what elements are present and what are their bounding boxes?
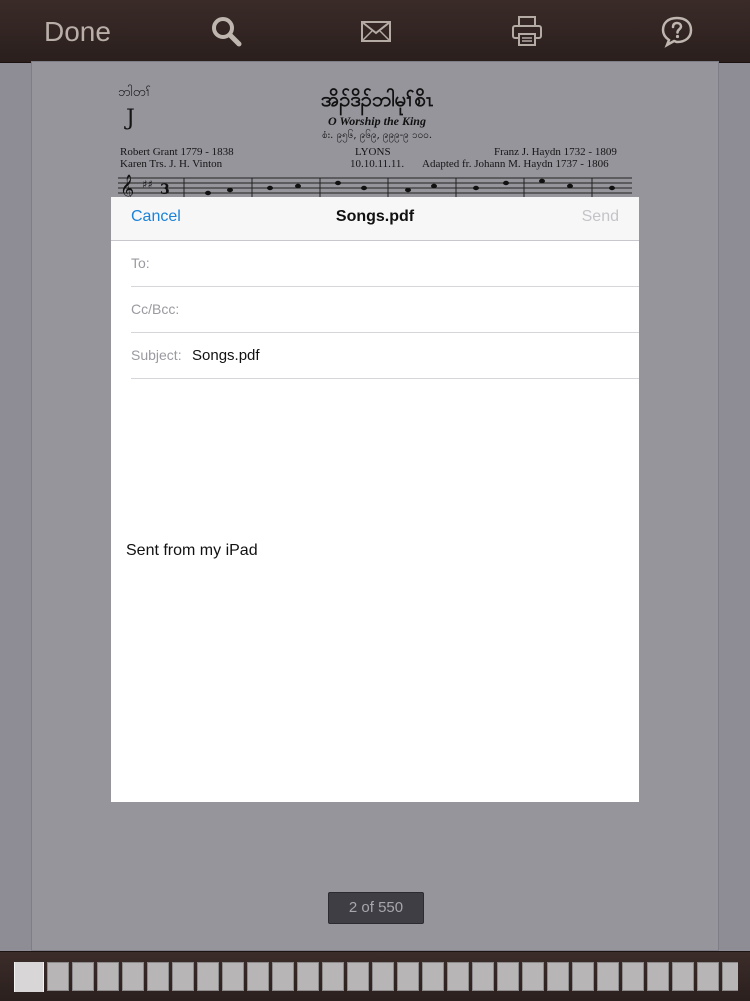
thumbnail[interactable]	[347, 962, 369, 991]
thumbnail[interactable]	[697, 962, 719, 991]
hymn-subtitle: O Worship the King	[328, 114, 426, 128]
thumbnail[interactable]	[97, 962, 119, 991]
thumbnail[interactable]	[222, 962, 244, 991]
credit-adapted: Adapted fr. Johann M. Haydn 1737 - 1806	[422, 158, 609, 170]
thumbnail[interactable]	[722, 962, 738, 991]
done-button[interactable]: Done	[44, 14, 111, 50]
thumbnail[interactable]	[597, 962, 619, 991]
search-icon[interactable]	[209, 14, 243, 48]
thumbnail[interactable]	[372, 962, 394, 991]
thumbnail[interactable]	[197, 962, 219, 991]
compose-nav-bar: Cancel Songs.pdf Send	[111, 197, 639, 241]
thumbnail[interactable]	[297, 962, 319, 991]
svg-text:♯♯: ♯♯	[142, 178, 153, 191]
subject-label: Subject:	[131, 347, 182, 363]
thumbnail[interactable]	[397, 962, 419, 991]
thumbnail[interactable]	[547, 962, 569, 991]
help-icon[interactable]	[660, 14, 694, 48]
credit-tune: LYONS	[355, 146, 391, 158]
thumbnail[interactable]	[672, 962, 694, 991]
credit-translator: Karen Trs. J. H. Vinton	[120, 158, 223, 170]
thumbnail[interactable]	[72, 962, 94, 991]
thumbnail[interactable]	[572, 962, 594, 991]
hymn-title: အိၣ်ဒိၣ်ဘါမုၢ်စိၤ	[320, 87, 434, 111]
thumbnail-strip[interactable]	[0, 951, 750, 1001]
thumbnail[interactable]	[422, 962, 444, 991]
svg-text:3: 3	[160, 182, 170, 198]
thumbnail[interactable]	[147, 962, 169, 991]
thumbnail[interactable]	[47, 962, 69, 991]
mail-icon[interactable]	[359, 14, 393, 48]
hymn-number: ဘါတၢ်	[118, 85, 151, 100]
svg-text:𝄞: 𝄞	[120, 174, 134, 198]
thumbnail[interactable]	[497, 962, 519, 991]
cc-bcc-field: Cc/Bcc:	[131, 287, 639, 333]
thumbnail[interactable]	[472, 962, 494, 991]
top-toolbar: Done	[0, 0, 750, 63]
hymn-number-mark: J	[126, 106, 135, 131]
thumbnail[interactable]	[447, 962, 469, 991]
compose-title: Songs.pdf	[335, 208, 415, 225]
send-button[interactable]: Send	[582, 208, 619, 226]
hymn-reference: စံး. ၉၅၆, ၉၆၉, ၉၉၉-၉ ၁၀၀.	[321, 130, 433, 141]
thumbnail[interactable]	[522, 962, 544, 991]
to-field: To:	[131, 241, 639, 287]
cc-bcc-input[interactable]	[193, 297, 633, 321]
thumbnail[interactable]	[622, 962, 644, 991]
mail-compose-sheet: Cancel Songs.pdf Send To: Cc/Bcc: Subjec…	[111, 197, 639, 802]
thumbnail[interactable]	[647, 962, 669, 991]
thumbnail-list	[14, 962, 738, 992]
cc-bcc-label: Cc/Bcc:	[131, 301, 180, 317]
to-input[interactable]	[161, 251, 631, 275]
credit-composer: Franz J. Haydn 1732 - 1809	[494, 146, 617, 158]
message-body[interactable]: Sent from my iPad	[126, 542, 258, 560]
thumbnail[interactable]	[322, 962, 344, 991]
credit-meter: 10.10.11.11.	[350, 158, 405, 170]
thumbnail-current[interactable]	[14, 962, 44, 992]
to-label: To:	[131, 255, 150, 271]
thumbnail[interactable]	[272, 962, 294, 991]
page-indicator: 2 of 550	[328, 892, 424, 924]
thumbnail[interactable]	[122, 962, 144, 991]
thumbnail[interactable]	[172, 962, 194, 991]
print-icon[interactable]	[510, 14, 544, 48]
music-staff: 𝄞 ♯♯ 3	[118, 174, 632, 198]
subject-input[interactable]	[192, 343, 632, 367]
subject-field: Subject:	[131, 333, 639, 379]
credit-author: Robert Grant 1779 - 1838	[120, 146, 234, 158]
thumbnail[interactable]	[247, 962, 269, 991]
